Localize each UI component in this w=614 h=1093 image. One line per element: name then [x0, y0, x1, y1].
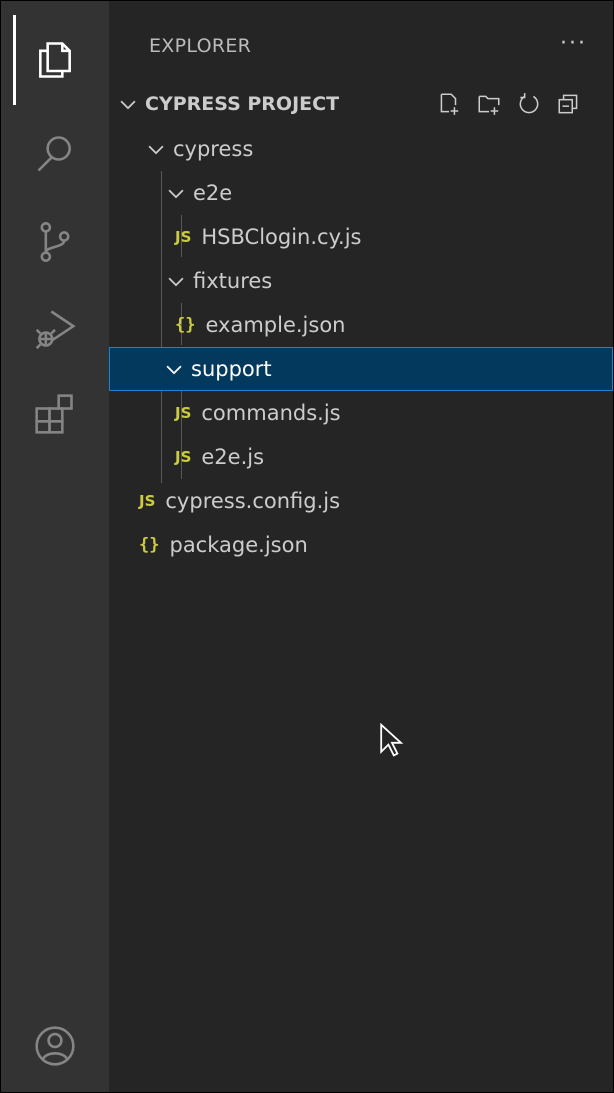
account-icon — [35, 1026, 75, 1066]
explorer-title: EXPLORER — [149, 35, 252, 57]
folder-label: cypress — [173, 137, 254, 161]
tree-file-example-json[interactable]: {} example.json — [109, 303, 613, 347]
chevron-down-icon — [145, 138, 167, 160]
file-label: example.json — [205, 313, 346, 337]
file-label: commands.js — [201, 401, 341, 425]
js-file-icon: JS — [175, 228, 192, 246]
file-label: cypress.config.js — [165, 489, 341, 513]
section-title: CYPRESS PROJECT — [145, 93, 340, 115]
project-section-header[interactable]: CYPRESS PROJECT — [117, 89, 339, 119]
file-label: package.json — [169, 533, 308, 557]
new-folder-button[interactable] — [475, 89, 503, 119]
source-control-activity[interactable] — [1, 197, 109, 287]
new-file-button[interactable] — [435, 89, 463, 119]
tree-file-package-json[interactable]: {} package.json — [109, 523, 613, 567]
js-file-icon: JS — [175, 448, 192, 466]
tree-folder-e2e[interactable]: e2e — [109, 171, 613, 215]
explorer-icon — [39, 42, 71, 78]
tree-file-cypress-config[interactable]: JS cypress.config.js — [109, 479, 613, 523]
mouse-pointer-icon — [380, 723, 404, 757]
json-file-icon: {} — [139, 535, 160, 555]
account-activity[interactable] — [1, 1001, 109, 1091]
file-label: e2e.js — [201, 445, 265, 469]
collapse-all-button[interactable] — [555, 89, 583, 119]
collapse-all-icon — [558, 94, 578, 114]
folder-label: support — [191, 357, 272, 381]
js-file-icon: JS — [139, 492, 156, 510]
chevron-down-icon — [163, 358, 185, 380]
json-file-icon: {} — [175, 315, 196, 335]
folder-label: fixtures — [193, 269, 273, 293]
extensions-icon — [35, 394, 73, 434]
more-actions-button[interactable]: ··· — [560, 31, 587, 56]
search-activity[interactable] — [1, 109, 109, 199]
chevron-down-icon — [165, 270, 187, 292]
search-icon — [37, 136, 71, 172]
extensions-activity[interactable] — [1, 369, 109, 459]
folder-label: e2e — [193, 181, 233, 205]
tree-folder-support[interactable]: support — [109, 347, 613, 391]
run-debug-icon — [35, 310, 76, 350]
tree-folder-cypress[interactable]: cypress — [109, 127, 613, 171]
refresh-button[interactable] — [515, 89, 543, 119]
chevron-down-icon — [165, 182, 187, 204]
tree-file-e2e-js[interactable]: JS e2e.js — [109, 435, 613, 479]
explorer-sidebar: EXPLORER ··· CYPRESS PROJECT cypress e2e… — [109, 1, 613, 1092]
run-debug-activity[interactable] — [1, 283, 109, 373]
refresh-icon — [519, 93, 539, 114]
activity-bar — [1, 1, 109, 1092]
vscode-window: EXPLORER ··· CYPRESS PROJECT cypress e2e… — [0, 0, 614, 1093]
file-label: HSBClogin.cy.js — [201, 225, 362, 249]
explorer-activity[interactable] — [1, 15, 109, 105]
new-file-icon — [440, 93, 459, 115]
js-file-icon: JS — [175, 404, 192, 422]
chevron-down-icon — [117, 93, 139, 115]
tree-folder-fixtures[interactable]: fixtures — [109, 259, 613, 303]
section-actions — [435, 89, 583, 119]
new-folder-icon — [478, 95, 500, 115]
source-control-icon — [40, 222, 70, 262]
tree-file-hsbclogin[interactable]: JS HSBClogin.cy.js — [109, 215, 613, 259]
tree-file-commands[interactable]: JS commands.js — [109, 391, 613, 435]
